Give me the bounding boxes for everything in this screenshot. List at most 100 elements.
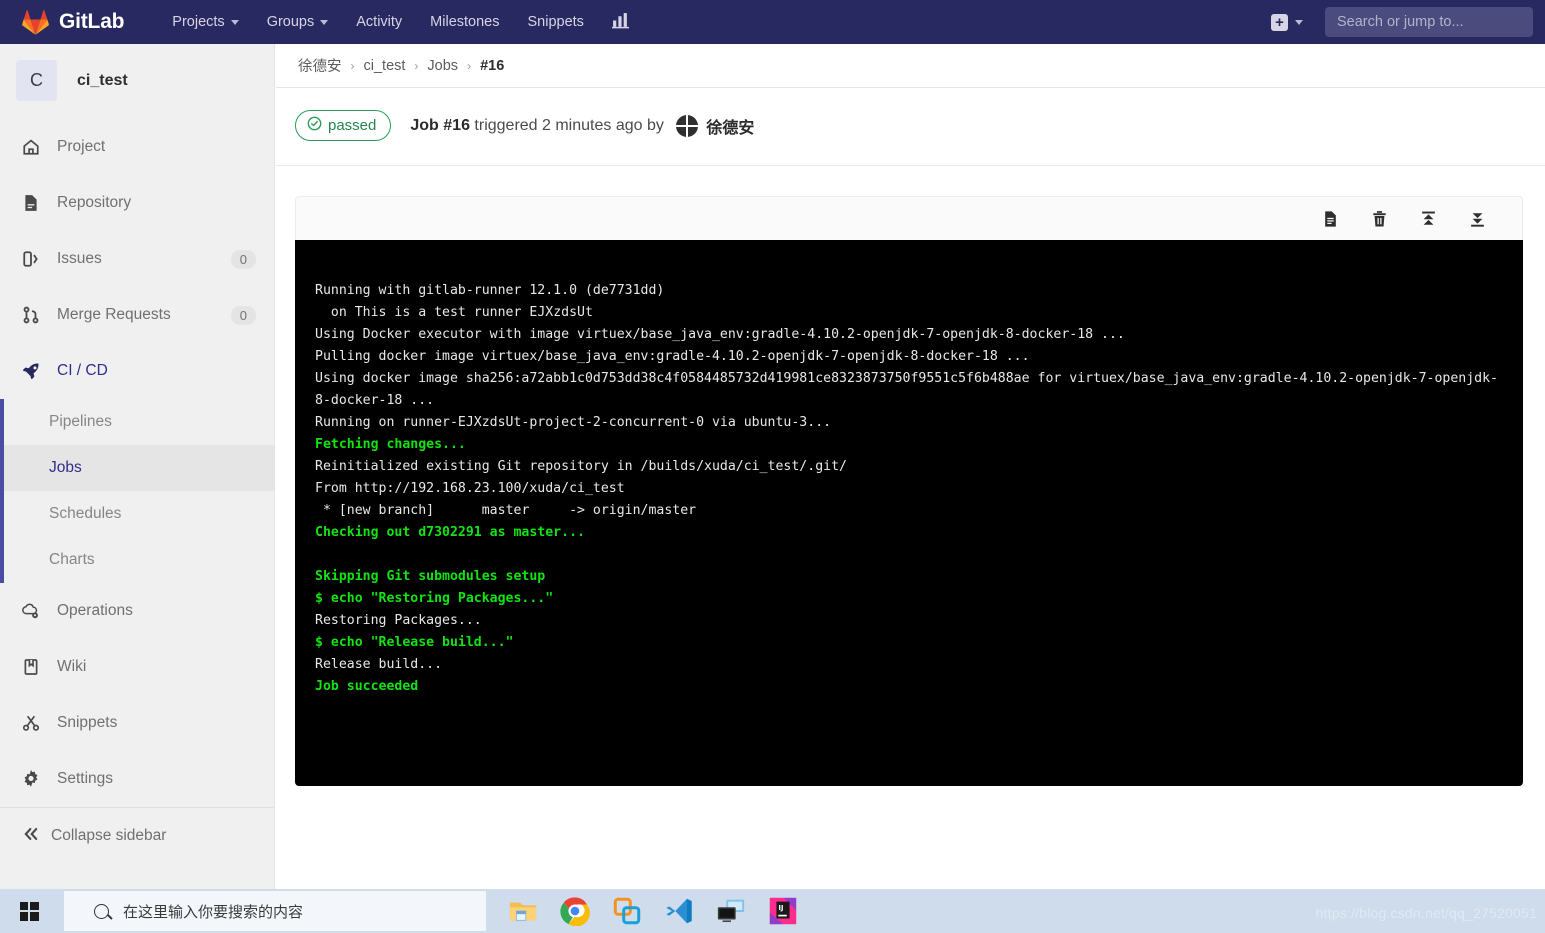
book-icon: [22, 658, 46, 676]
breadcrumb-project[interactable]: ci_test: [364, 58, 406, 74]
nav-analytics[interactable]: [598, 0, 643, 44]
job-title-rest: triggered 2 minutes ago by: [469, 116, 669, 134]
gear-icon: [22, 770, 46, 788]
sidebar-item-issues[interactable]: Issues 0: [0, 231, 274, 287]
watermark: https://blog.csdn.net/qq_27520051: [1315, 905, 1537, 921]
nav-groups[interactable]: Groups: [253, 0, 343, 44]
scroll-to-bottom-icon[interactable]: [1469, 210, 1486, 228]
log-line: Checking out d7302291 as master...: [315, 525, 585, 540]
breadcrumb-separator-icon: ›: [467, 58, 472, 73]
chevron-down-icon: [320, 19, 329, 25]
log-line: Pulling docker image virtuex/base_java_e…: [315, 349, 1030, 364]
log-line: Restoring Packages...: [315, 613, 482, 628]
sidebar-item-snippets[interactable]: Snippets: [0, 695, 274, 751]
global-search[interactable]: [1325, 7, 1533, 37]
check-circle-icon: [307, 116, 322, 135]
raw-log-icon[interactable]: [1322, 210, 1339, 228]
log-line: Running on runner-EJXzdsUt-project-2-con…: [315, 415, 832, 430]
rocket-icon: [22, 362, 46, 380]
google-chrome-icon[interactable]: [560, 896, 590, 927]
sidebar-subitem-jobs[interactable]: Jobs: [0, 445, 274, 491]
chevron-down-icon: [230, 19, 239, 25]
sidebar-item-label: Settings: [57, 770, 114, 787]
sidebar-item-wiki[interactable]: Wiki: [0, 639, 274, 695]
sidebar-item-ci-cd[interactable]: CI / CD: [0, 343, 274, 399]
status-badge-label: passed: [328, 117, 377, 134]
windows-taskbar: 在这里输入你要搜索的内容 IJ https://blog.csdn.net/qq…: [0, 889, 1545, 933]
double-chevron-left-icon: [22, 825, 40, 848]
sidebar-item-label: Repository: [57, 194, 132, 211]
collapse-sidebar-button[interactable]: Collapse sidebar: [0, 808, 274, 864]
job-log-panel: Running with gitlab-runner 12.1.0 (de773…: [295, 196, 1523, 786]
svg-text:IJ: IJ: [778, 903, 783, 912]
sidebar-subitem-charts[interactable]: Charts: [0, 537, 274, 583]
nav-snippets[interactable]: Snippets: [513, 0, 597, 44]
log-line: Using Docker executor with image virtuex…: [315, 327, 1125, 342]
gitlab-logo[interactable]: GitLab: [22, 9, 124, 35]
nav-milestones[interactable]: Milestones: [416, 0, 513, 44]
primary-nav: Projects Groups Activity Milestones Snip…: [158, 0, 643, 44]
ci-cd-submenu: Pipelines Jobs Schedules Charts: [0, 399, 274, 583]
sidebar-subitem-schedules[interactable]: Schedules: [0, 491, 274, 537]
status-badge[interactable]: passed: [295, 110, 392, 141]
merge-requests-count-badge: 0: [230, 305, 256, 325]
nav-projects[interactable]: Projects: [158, 0, 252, 44]
file-icon: [22, 194, 46, 212]
breadcrumb-jobs[interactable]: Jobs: [427, 58, 458, 74]
log-line: Reinitialized existing Git repository in…: [315, 459, 847, 474]
nav-activity[interactable]: Activity: [342, 0, 416, 44]
job-author[interactable]: 徐德安: [676, 114, 754, 138]
vs-code-icon[interactable]: [664, 896, 694, 926]
issues-count-badge: 0: [230, 249, 256, 269]
windows-start-icon[interactable]: [0, 889, 58, 933]
breadcrumb: 徐德安 › ci_test › Jobs › #16: [276, 44, 1545, 88]
search-input[interactable]: [1337, 14, 1521, 30]
breadcrumb-separator-icon: ›: [414, 58, 419, 73]
breadcrumb-user[interactable]: 徐德安: [298, 55, 342, 76]
avatar: [676, 114, 699, 137]
scissors-icon: [22, 714, 46, 732]
merge-request-icon: [22, 306, 46, 324]
breadcrumb-separator-icon: ›: [350, 58, 355, 73]
log-line: From http://192.168.23.100/xuda/ci_test: [315, 481, 625, 496]
sidebar-subitem-pipelines[interactable]: Pipelines: [0, 399, 274, 445]
project-sidebar: C ci_test Project Repository Issues 0 Me…: [0, 44, 275, 889]
log-line: * [new branch] master -> origin/master: [315, 503, 697, 518]
log-line: Fetching changes...: [315, 437, 466, 452]
sidebar-item-label: Wiki: [57, 658, 87, 675]
taskbar-search-box[interactable]: 在这里输入你要搜索的内容: [64, 891, 486, 931]
brand-name: GitLab: [59, 10, 125, 33]
erase-job-log-icon[interactable]: [1371, 210, 1388, 228]
file-explorer-icon[interactable]: [508, 896, 538, 926]
job-log-output[interactable]: Running with gitlab-runner 12.1.0 (de773…: [295, 240, 1523, 786]
vmware-icon[interactable]: [612, 896, 642, 926]
job-log-toolbar: [295, 196, 1523, 240]
sidebar-item-project[interactable]: Project: [0, 119, 274, 175]
intellij-idea-icon[interactable]: IJ: [768, 896, 798, 926]
active-section-rail: [0, 399, 4, 583]
top-navbar: GitLab Projects Groups Activity Mileston…: [0, 0, 1545, 44]
log-line: Job succeeded: [315, 679, 419, 694]
log-line: Running with gitlab-runner 12.1.0 (de773…: [315, 283, 665, 298]
sidebar-item-repository[interactable]: Repository: [0, 175, 274, 231]
nav-groups-label: Groups: [266, 14, 315, 30]
job-header: passed Job #16 triggered 2 minutes ago b…: [276, 88, 1545, 166]
scroll-to-top-icon[interactable]: [1420, 210, 1437, 228]
sidebar-item-settings[interactable]: Settings: [0, 751, 274, 807]
sidebar-item-label: Snippets: [57, 714, 118, 731]
sidebar-project-header[interactable]: C ci_test: [0, 44, 274, 119]
sidebar-item-merge-requests[interactable]: Merge Requests 0: [0, 287, 274, 343]
collapse-sidebar-label: Collapse sidebar: [51, 827, 167, 844]
log-line: Using docker image sha256:a72abb1c0d753d…: [315, 371, 1498, 408]
job-title-strong: Job #16: [410, 116, 470, 134]
operations-icon: [22, 602, 46, 620]
sidebar-item-operations[interactable]: Operations: [0, 583, 274, 639]
new-item-button[interactable]: +: [1265, 13, 1309, 31]
log-line: Skipping Git submodules setup: [315, 569, 546, 584]
breadcrumb-job-number: #16: [480, 57, 505, 74]
main-content: 徐德安 › ci_test › Jobs › #16 passed Job #1…: [276, 44, 1545, 889]
sidebar-item-label: Issues: [57, 250, 102, 267]
sidebar-item-label: Merge Requests: [57, 306, 171, 323]
remote-desktop-icon[interactable]: [716, 896, 746, 926]
